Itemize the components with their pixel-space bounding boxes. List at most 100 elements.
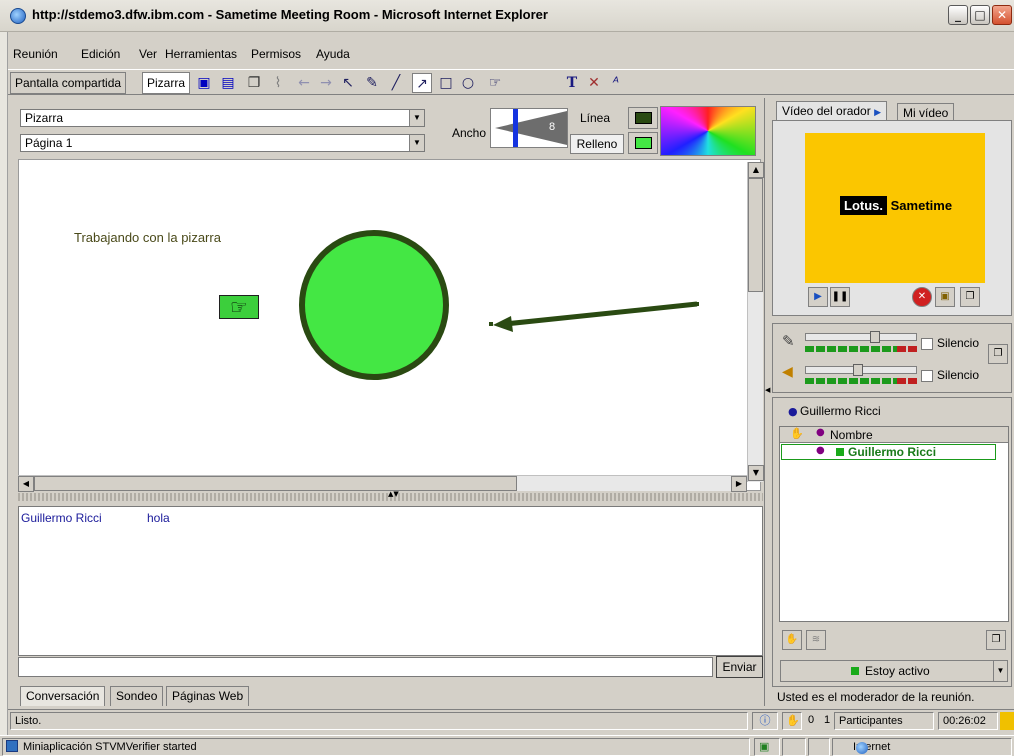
close-button[interactable]: ✕ — [992, 5, 1012, 25]
slider-knob[interactable] — [853, 364, 863, 376]
internet-zone-icon — [856, 742, 868, 754]
chat-author: Guillermo Ricci — [21, 511, 102, 525]
status-pane-empty — [782, 738, 806, 756]
maximize-button[interactable]: □ — [970, 5, 990, 25]
raise-hand-button[interactable]: ✋ — [782, 630, 802, 650]
browser-status-bar: Miniaplicación STVMVerifier started ▣ In… — [0, 735, 1014, 756]
microphone-level-peak — [897, 346, 917, 352]
canvas-horizontal-scrollbar[interactable]: ◀ ▶ — [18, 475, 747, 492]
tab-web-pages[interactable]: Páginas Web — [166, 686, 250, 706]
security-icon: ▣ — [754, 738, 780, 756]
pointer-hand-icon[interactable]: ☞ — [480, 73, 510, 93]
audio-settings-icon[interactable]: ❐ — [988, 344, 1008, 364]
scroll-right-icon[interactable]: ▶ — [731, 476, 747, 492]
browser-status-text: Miniaplicación STVMVerifier started — [2, 738, 750, 756]
speak-button[interactable]: ≋ — [806, 630, 826, 650]
new-window-icon[interactable]: ▣ — [194, 73, 214, 93]
board-select[interactable]: Pizarra ▼ — [20, 109, 425, 127]
stop-icon[interactable]: ✕ — [912, 287, 932, 307]
snapshot-icon[interactable]: ▣ — [935, 287, 955, 307]
status-select[interactable]: Estoy activo ▼ — [780, 660, 1008, 682]
collapse-arrow-icon[interactable]: ◀ — [765, 386, 770, 394]
page-select-value: Página 1 — [25, 136, 73, 150]
green-circle-shape[interactable] — [289, 230, 459, 380]
scroll-down-icon[interactable]: ▼ — [748, 465, 764, 481]
attach-icon[interactable]: ⌇ — [268, 73, 288, 93]
text-tool-icon[interactable]: T — [562, 73, 582, 93]
fill-color-button[interactable] — [628, 132, 658, 154]
pause-button[interactable]: ❚❚ — [830, 287, 850, 307]
participant-header-name: Guillermo Ricci — [800, 404, 881, 418]
mute-speaker-label: Silencio — [937, 368, 980, 382]
video-settings-icon[interactable]: ❐ — [960, 287, 980, 307]
scroll-up-icon[interactable]: ▲ — [748, 162, 764, 178]
slider-knob[interactable] — [870, 331, 880, 343]
column-name[interactable]: Nombre — [830, 428, 873, 442]
tab-conversation[interactable]: Conversación — [20, 686, 106, 706]
forward-arrow-icon[interactable]: → — [316, 73, 336, 93]
canvas-text[interactable]: Trabajando con la pizarra — [74, 230, 221, 245]
play-button[interactable]: ▶ — [808, 287, 828, 307]
page-select[interactable]: Página 1 ▼ — [20, 134, 425, 152]
tab-speaker-video[interactable]: Vídeo del orador ▶ — [776, 101, 887, 121]
fill-button[interactable]: Relleno — [570, 134, 624, 154]
ellipse-icon[interactable]: ○ — [458, 73, 478, 93]
fill-color-swatch — [635, 137, 652, 149]
arrow-line-icon[interactable]: ↗ — [412, 73, 432, 93]
hand-icon: ✋ — [790, 427, 804, 440]
whiteboard-canvas[interactable]: Trabajando con la pizarra ☞ — [18, 159, 761, 491]
menu-permissions[interactable]: Permisos — [251, 47, 301, 61]
font-icon[interactable]: ᴬ — [606, 73, 626, 93]
eraser-icon[interactable]: ✕ — [584, 73, 604, 93]
select-arrow-icon[interactable]: ↖ — [338, 73, 358, 93]
tab-shared-screen[interactable]: Pantalla compartida — [10, 72, 127, 94]
splitter[interactable]: ▲▼ — [18, 490, 763, 501]
moderator-note: Usted es el moderador de la reunión. — [777, 690, 975, 704]
speaking-icon: ● — [816, 445, 825, 456]
info-icon[interactable]: ⓘ — [752, 712, 778, 730]
line-color-button[interactable] — [628, 107, 658, 129]
toolbar: Pantalla compartida Pizarra ▣ ▤ ❐ ⌇ ← → … — [8, 69, 1014, 95]
menu-edit[interactable]: Edición — [81, 47, 120, 61]
chat-input[interactable] — [18, 657, 713, 677]
microphone-slider[interactable] — [805, 331, 917, 343]
mute-microphone-checkbox[interactable] — [921, 338, 933, 350]
hand-count: 0 — [808, 714, 815, 726]
tab-whiteboard[interactable]: Pizarra — [142, 72, 191, 94]
minimize-button[interactable]: _ — [948, 5, 968, 25]
menu-tools[interactable]: Herramientas — [165, 47, 237, 61]
rectangle-icon[interactable]: □ — [436, 73, 456, 93]
internet-explorer-icon — [10, 8, 26, 24]
participant-row[interactable]: ● Guillermo Ricci — [781, 444, 996, 460]
color-palette[interactable] — [660, 106, 756, 156]
scroll-thumb[interactable] — [34, 476, 517, 491]
menu-meeting[interactable]: Reunión — [13, 47, 58, 61]
mute-speaker-checkbox[interactable] — [921, 370, 933, 382]
back-arrow-icon[interactable]: ← — [294, 73, 314, 93]
participant-settings-icon[interactable]: ❐ — [986, 630, 1006, 650]
speaker-level-peak — [897, 378, 917, 384]
panel-divider[interactable]: ◀ — [764, 98, 772, 706]
line-icon[interactable]: ╱ — [386, 73, 406, 93]
send-button[interactable]: Enviar — [716, 656, 763, 678]
canvas-vertical-scrollbar[interactable]: ▲ ▼ — [747, 162, 764, 482]
scroll-thumb[interactable] — [748, 178, 763, 292]
menu-view[interactable]: Ver — [139, 47, 157, 61]
logo-lotus: Lotus. — [840, 196, 887, 215]
width-value: 8 — [549, 121, 556, 133]
speaker-slider[interactable] — [805, 364, 917, 376]
copy-icon[interactable]: ❐ — [244, 73, 264, 93]
splitter-arrows-icon[interactable]: ▲▼ — [388, 490, 399, 498]
scroll-left-icon[interactable]: ◀ — [18, 476, 34, 492]
window-icon[interactable]: ▤ — [218, 73, 238, 93]
width-slider[interactable]: 8 — [490, 108, 568, 148]
participant-list[interactable]: ✋ ● Nombre ● Guillermo Ricci — [779, 426, 1009, 622]
menu-help[interactable]: Ayuda — [316, 47, 350, 61]
pen-icon[interactable]: ✎ — [362, 73, 382, 93]
person-icon: ● — [788, 405, 798, 418]
microphone-level-meter — [805, 346, 897, 352]
arrow-shape[interactable] — [485, 296, 705, 336]
tab-poll[interactable]: Sondeo — [110, 686, 164, 706]
window-title: http://stdemo3.dfw.ibm.com - Sametime Me… — [32, 7, 548, 22]
pointer-hand-icon[interactable]: ☞ — [219, 295, 259, 319]
